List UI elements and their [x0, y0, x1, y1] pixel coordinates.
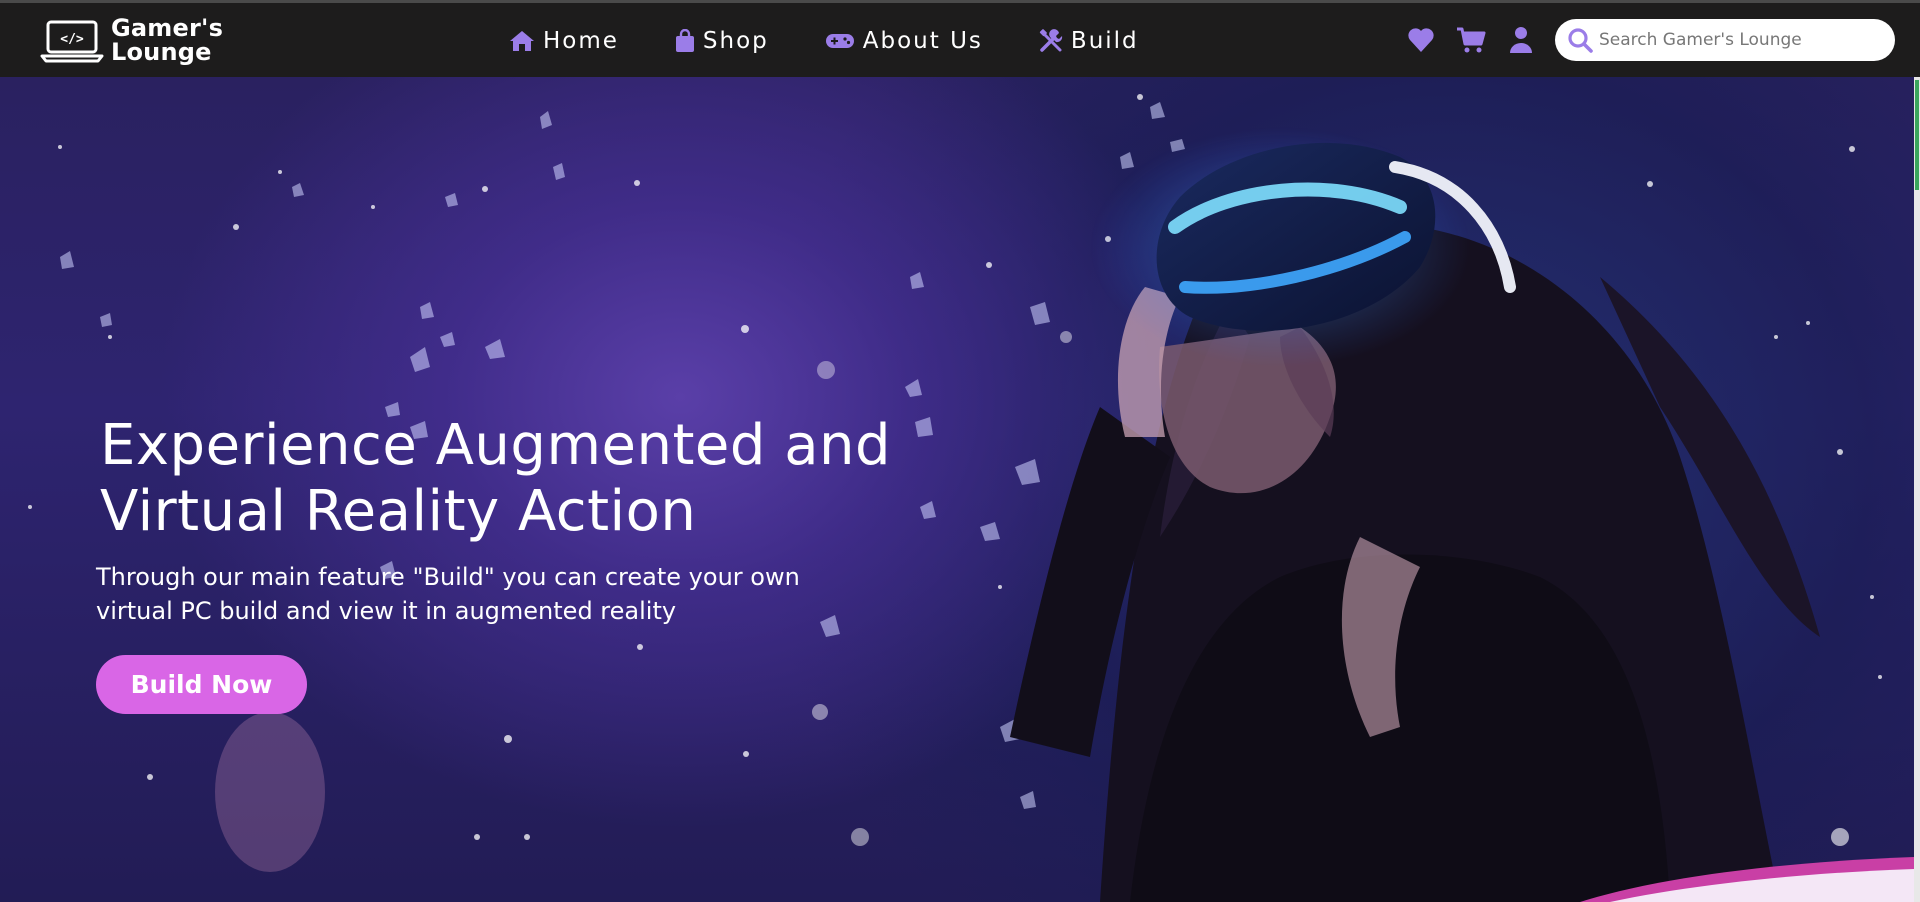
- hero-subtitle-line1: Through our main feature "Build" you can…: [96, 563, 800, 591]
- search-box: [1555, 19, 1895, 61]
- house-icon: [510, 31, 534, 51]
- decorative-wave: [1580, 857, 1914, 902]
- nav-item-build[interactable]: Build: [1039, 21, 1139, 61]
- nav-item-shop-label: Shop: [702, 28, 769, 54]
- shopping-bag-icon: [675, 29, 694, 52]
- brand-name-line2: Lounge: [111, 38, 212, 66]
- main-nav: Home Shop About Us Build: [509, 21, 1139, 61]
- nav-item-home-label: Home: [543, 28, 619, 54]
- user-icon: [1510, 27, 1532, 53]
- search-input[interactable]: [1599, 22, 1879, 58]
- nav-item-home[interactable]: Home: [509, 21, 619, 61]
- svg-text:</>: </>: [60, 32, 84, 47]
- cart-button[interactable]: [1456, 25, 1486, 55]
- gamepad-icon: [825, 34, 854, 48]
- nav-actions: [1406, 25, 1556, 55]
- vr-headset-hero-image: [1010, 127, 1820, 902]
- tools-icon: [1039, 29, 1063, 52]
- build-now-button[interactable]: Build Now: [96, 655, 307, 714]
- nav-item-about-label: About Us: [862, 28, 983, 54]
- navbar: </> Gamer's Lounge Home Shop About Us Bu…: [0, 3, 1920, 77]
- scrollbar-track[interactable]: [1914, 77, 1920, 902]
- heart-icon: [1408, 28, 1434, 52]
- search-icon[interactable]: [1567, 27, 1593, 53]
- nav-item-shop[interactable]: Shop: [675, 21, 769, 61]
- hero-title-line2: Virtual Reality Action: [100, 479, 697, 544]
- wishlist-button[interactable]: [1406, 25, 1436, 55]
- cart-icon: [1457, 27, 1486, 53]
- hero-section: Experience Augmented and Virtual Reality…: [0, 77, 1914, 902]
- nav-item-build-label: Build: [1070, 28, 1139, 54]
- hero-subtitle: Through our main feature "Build" you can…: [96, 560, 856, 628]
- laptop-code-icon: </>: [40, 20, 104, 63]
- nav-item-about[interactable]: About Us: [825, 21, 983, 61]
- hero-subtitle-line2: virtual PC build and view it in augmente…: [96, 597, 677, 625]
- hero-title-line1: Experience Augmented and: [100, 413, 892, 478]
- brand-logo[interactable]: </> Gamer's Lounge: [39, 16, 223, 64]
- account-button[interactable]: [1506, 25, 1536, 55]
- brand-name: Gamer's Lounge: [111, 16, 223, 64]
- hero-title: Experience Augmented and Virtual Reality…: [100, 413, 960, 545]
- scrollbar-thumb[interactable]: [1915, 80, 1919, 190]
- brand-name-line1: Gamer's: [111, 14, 224, 42]
